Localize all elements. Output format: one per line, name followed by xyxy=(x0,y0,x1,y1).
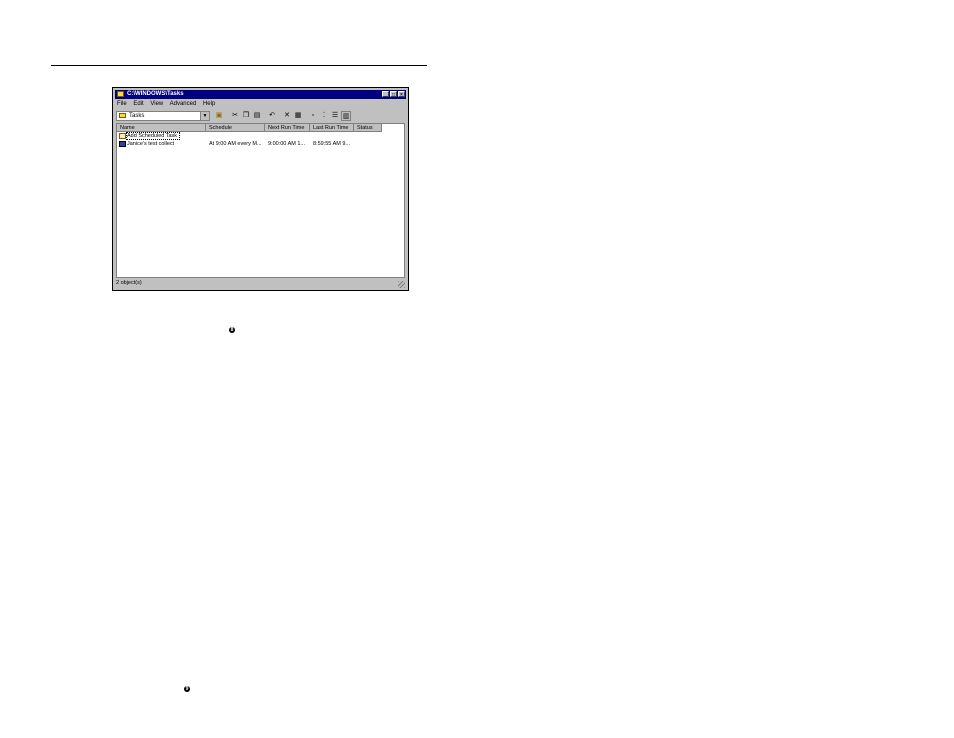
task-name: Add Scheduled Task xyxy=(127,133,178,139)
delete-icon[interactable]: ✕ xyxy=(282,111,292,121)
cut-icon[interactable]: ✂ xyxy=(230,111,240,121)
details-view-icon[interactable]: ▥ xyxy=(341,111,351,121)
chevron-down-icon[interactable]: ▼ xyxy=(200,112,209,120)
undo-icon[interactable]: ↶ xyxy=(267,111,277,121)
resize-grip-icon[interactable] xyxy=(398,281,405,288)
task-schedule: At 9:00 AM every M... xyxy=(209,141,262,147)
address-value: Tasks xyxy=(129,113,145,119)
paste-icon[interactable]: ▤ xyxy=(252,111,262,121)
toolbar: Tasks ▼ ▣ ✂ ❐ ▤ ↶ ✕ ▦ ▫ ⁚ ☰ ▥ xyxy=(116,110,405,122)
scheduled-task-icon xyxy=(119,141,126,147)
maximize-button[interactable]: □ xyxy=(390,91,397,98)
task-list: Name Schedule Next Run Time Last Run Tim… xyxy=(116,123,405,278)
menu-edit[interactable]: Edit xyxy=(133,101,143,107)
column-header-next-run[interactable]: Next Run Time xyxy=(265,124,310,132)
column-header-status[interactable]: Status xyxy=(354,124,382,132)
close-button[interactable]: × xyxy=(398,91,405,98)
menu-help[interactable]: Help xyxy=(203,101,215,107)
callout-marker: 9 xyxy=(184,686,190,692)
folder-icon xyxy=(117,91,124,97)
status-bar: 2 object(s) xyxy=(116,279,405,288)
status-text: 2 object(s) xyxy=(116,280,142,286)
add-task-icon xyxy=(119,133,126,139)
up-folder-icon[interactable]: ▣ xyxy=(214,111,224,121)
list-item[interactable]: Add Scheduled Task xyxy=(117,132,406,140)
column-header-name[interactable]: Name xyxy=(117,124,206,132)
minimize-button[interactable]: _ xyxy=(382,91,389,98)
copy-icon[interactable]: ❐ xyxy=(241,111,251,121)
column-header-schedule[interactable]: Schedule xyxy=(206,124,265,132)
menu-file[interactable]: File xyxy=(117,101,127,107)
properties-icon[interactable]: ▦ xyxy=(293,111,303,121)
task-next-run: 9:00:00 AM 1... xyxy=(268,141,305,147)
title-bar[interactable]: C:\WINDOWS\Tasks _ □ × xyxy=(115,90,406,99)
page-rule xyxy=(51,65,427,66)
explorer-window: C:\WINDOWS\Tasks _ □ × File Edit View Ad… xyxy=(112,87,409,291)
folder-icon xyxy=(119,113,126,118)
window-title: C:\WINDOWS\Tasks xyxy=(127,91,184,97)
menu-advanced[interactable]: Advanced xyxy=(170,101,197,107)
list-item[interactable]: Janice's test collect At 9:00 AM every M… xyxy=(117,140,406,148)
list-view-icon[interactable]: ☰ xyxy=(330,111,340,121)
address-dropdown[interactable]: Tasks ▼ xyxy=(116,111,210,121)
menu-view[interactable]: View xyxy=(150,101,163,107)
small-icons-icon[interactable]: ⁚ xyxy=(319,111,329,121)
column-header-last-run[interactable]: Last Run Time xyxy=(310,124,354,132)
menu-bar: File Edit View Advanced Help xyxy=(117,100,220,108)
large-icons-icon[interactable]: ▫ xyxy=(308,111,318,121)
task-name: Janice's test collect xyxy=(127,141,175,147)
task-last-run: 8:59:55 AM 9... xyxy=(313,141,350,147)
callout-marker: 8 xyxy=(229,327,235,333)
